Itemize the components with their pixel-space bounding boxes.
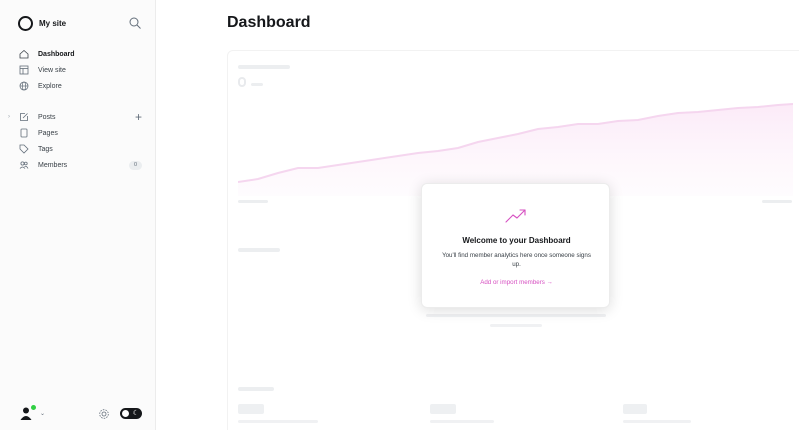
engagement-stat-1 <box>238 404 264 414</box>
sources-empty-text-2 <box>490 324 542 327</box>
avatar[interactable] <box>20 405 36 420</box>
sidebar-item-explore[interactable]: Explore <box>18 78 142 94</box>
top-sources-label <box>238 248 280 252</box>
page-title: Dashboard <box>227 14 311 31</box>
sidebar-footer: ⌄ ☾ <box>20 404 142 422</box>
toggle-knob <box>122 409 129 417</box>
add-post-button[interactable]: + <box>135 111 142 123</box>
welcome-text: You'll find member analytics here once s… <box>442 252 591 268</box>
total-members-label <box>238 65 290 69</box>
engagement-stat-3-label <box>623 420 691 423</box>
sidebar-item-pages[interactable]: Pages <box>18 125 142 141</box>
moon-icon: ☾ <box>132 409 139 417</box>
content-nav: › Posts + Pages Tags Members 0 <box>8 109 142 173</box>
tag-icon <box>18 143 30 155</box>
sidebar-item-dashboard[interactable]: Dashboard <box>18 46 142 62</box>
sidebar-item-label: Members <box>38 161 68 169</box>
welcome-card: Welcome to your Dashboard You'll find me… <box>421 183 610 308</box>
chart-x-end-label <box>762 200 792 203</box>
welcome-title: Welcome to your Dashboard <box>462 236 571 245</box>
chevron-right-icon[interactable]: › <box>8 114 10 120</box>
sources-empty-text <box>426 314 606 317</box>
chart-x-start-label <box>238 200 268 203</box>
layout-icon <box>18 64 30 76</box>
sidebar-item-label: View site <box>38 66 66 74</box>
site-logo <box>18 15 33 31</box>
engagement-label <box>238 387 274 391</box>
gear-icon[interactable] <box>98 407 110 419</box>
sidebar-item-label: Dashboard <box>38 50 75 58</box>
sidebar-item-label: Posts <box>38 113 56 121</box>
members-count-badge: 0 <box>129 160 142 170</box>
sidebar-item-label: Explore <box>38 82 62 90</box>
site-header[interactable]: My site <box>18 14 142 32</box>
home-icon <box>18 48 30 60</box>
add-members-link[interactable]: Add or import members → <box>422 279 611 286</box>
members-chart <box>238 103 793 196</box>
members-icon <box>18 159 30 171</box>
search-icon[interactable] <box>128 16 142 30</box>
engagement-stat-2 <box>430 404 456 414</box>
total-members-value <box>238 77 246 87</box>
sidebar-item-tags[interactable]: Tags <box>18 141 142 157</box>
page-icon <box>18 127 30 139</box>
sidebar: My site Dashboard View site Explore › Po… <box>0 0 156 430</box>
edit-icon <box>18 111 30 123</box>
engagement-stat-2-label <box>430 420 494 423</box>
sidebar-item-members[interactable]: Members 0 <box>18 157 142 173</box>
sidebar-item-posts[interactable]: › Posts + <box>8 109 142 125</box>
chevron-down-icon[interactable]: ⌄ <box>40 410 45 417</box>
engagement-stat-1-label <box>238 420 318 423</box>
online-status-dot <box>31 405 36 410</box>
trend-up-icon <box>505 209 526 223</box>
globe-icon <box>18 80 30 92</box>
sidebar-item-label: Pages <box>38 129 58 137</box>
sidebar-item-view-site[interactable]: View site <box>18 62 142 78</box>
dark-mode-toggle[interactable]: ☾ <box>120 407 142 419</box>
total-members-trend <box>251 83 263 86</box>
site-name: My site <box>39 18 67 28</box>
engagement-stat-3 <box>623 404 647 414</box>
sidebar-item-label: Tags <box>38 145 53 153</box>
primary-nav: Dashboard View site Explore <box>18 46 142 94</box>
